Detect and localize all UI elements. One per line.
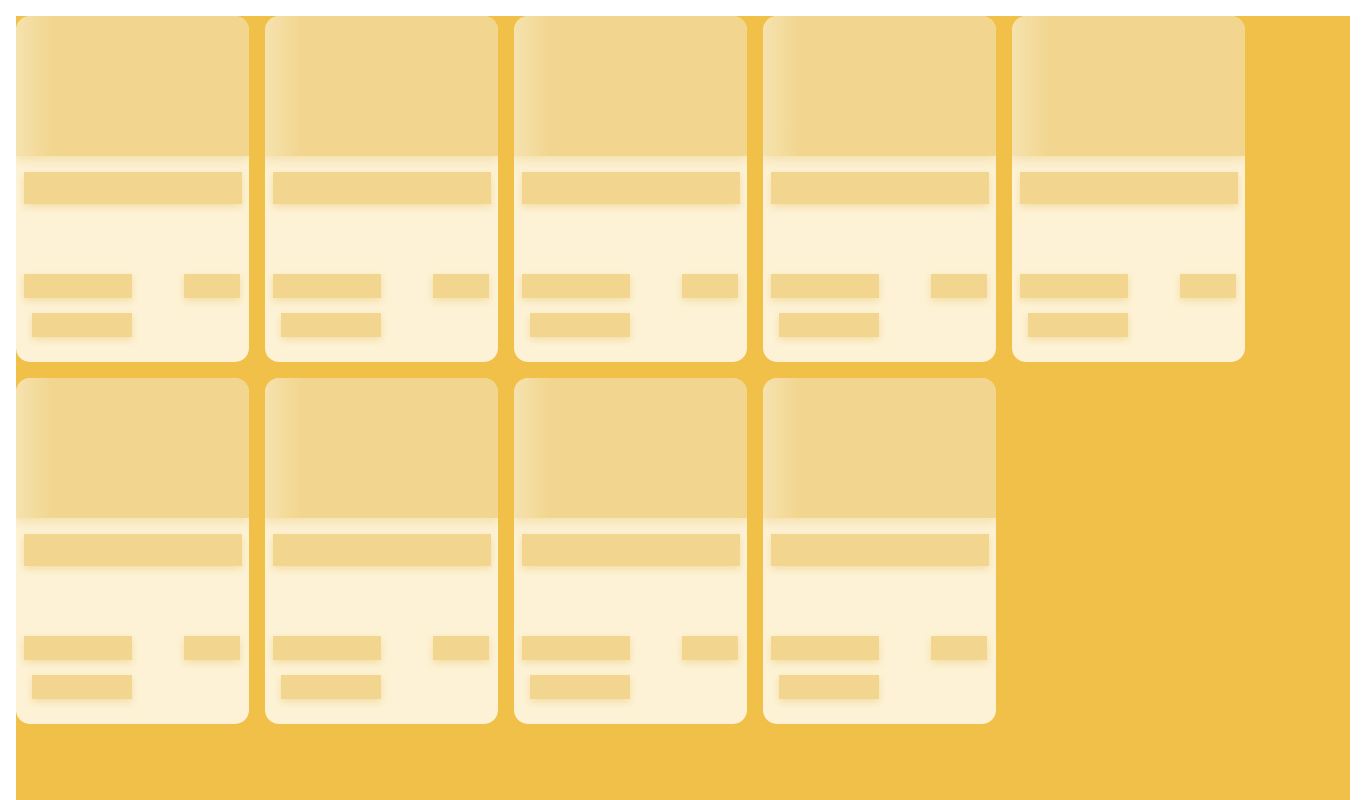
action-placeholder [281,675,381,699]
action-placeholder [530,313,630,337]
skeleton-card [514,378,747,724]
meta-placeholder-left [273,636,381,660]
image-placeholder [514,16,747,156]
image-placeholder [514,378,747,518]
action-placeholder [530,675,630,699]
action-placeholder [779,675,879,699]
meta-placeholder-left [1020,274,1128,298]
title-placeholder [273,172,491,204]
action-placeholder [32,675,132,699]
action-placeholder [281,313,381,337]
meta-placeholder-right [682,636,738,660]
skeleton-loading-area [16,16,1350,800]
meta-placeholder-left [24,636,132,660]
title-placeholder [24,172,242,204]
action-placeholder [32,313,132,337]
skeleton-card [763,16,996,362]
title-placeholder [273,534,491,566]
image-placeholder [1012,16,1245,156]
meta-placeholder-right [931,636,987,660]
card-grid [16,16,1261,724]
meta-placeholder-left [522,274,630,298]
image-placeholder [16,378,249,518]
title-placeholder [522,172,740,204]
meta-placeholder-right [184,636,240,660]
meta-placeholder-left [522,636,630,660]
title-placeholder [24,534,242,566]
meta-placeholder-left [771,636,879,660]
meta-placeholder-right [931,274,987,298]
title-placeholder [771,172,989,204]
image-placeholder [763,16,996,156]
meta-placeholder-right [1180,274,1236,298]
image-placeholder [265,16,498,156]
skeleton-card [16,378,249,724]
image-placeholder [265,378,498,518]
meta-placeholder-left [273,274,381,298]
meta-placeholder-left [771,274,879,298]
meta-placeholder-right [682,274,738,298]
image-placeholder [16,16,249,156]
image-placeholder [763,378,996,518]
title-placeholder [1020,172,1238,204]
meta-placeholder-right [433,636,489,660]
skeleton-card [1012,16,1245,362]
skeleton-card [265,378,498,724]
meta-placeholder-right [184,274,240,298]
skeleton-card [763,378,996,724]
action-placeholder [1028,313,1128,337]
skeleton-card [265,16,498,362]
action-placeholder [779,313,879,337]
title-placeholder [522,534,740,566]
title-placeholder [771,534,989,566]
skeleton-card [16,16,249,362]
skeleton-card [514,16,747,362]
meta-placeholder-right [433,274,489,298]
meta-placeholder-left [24,274,132,298]
